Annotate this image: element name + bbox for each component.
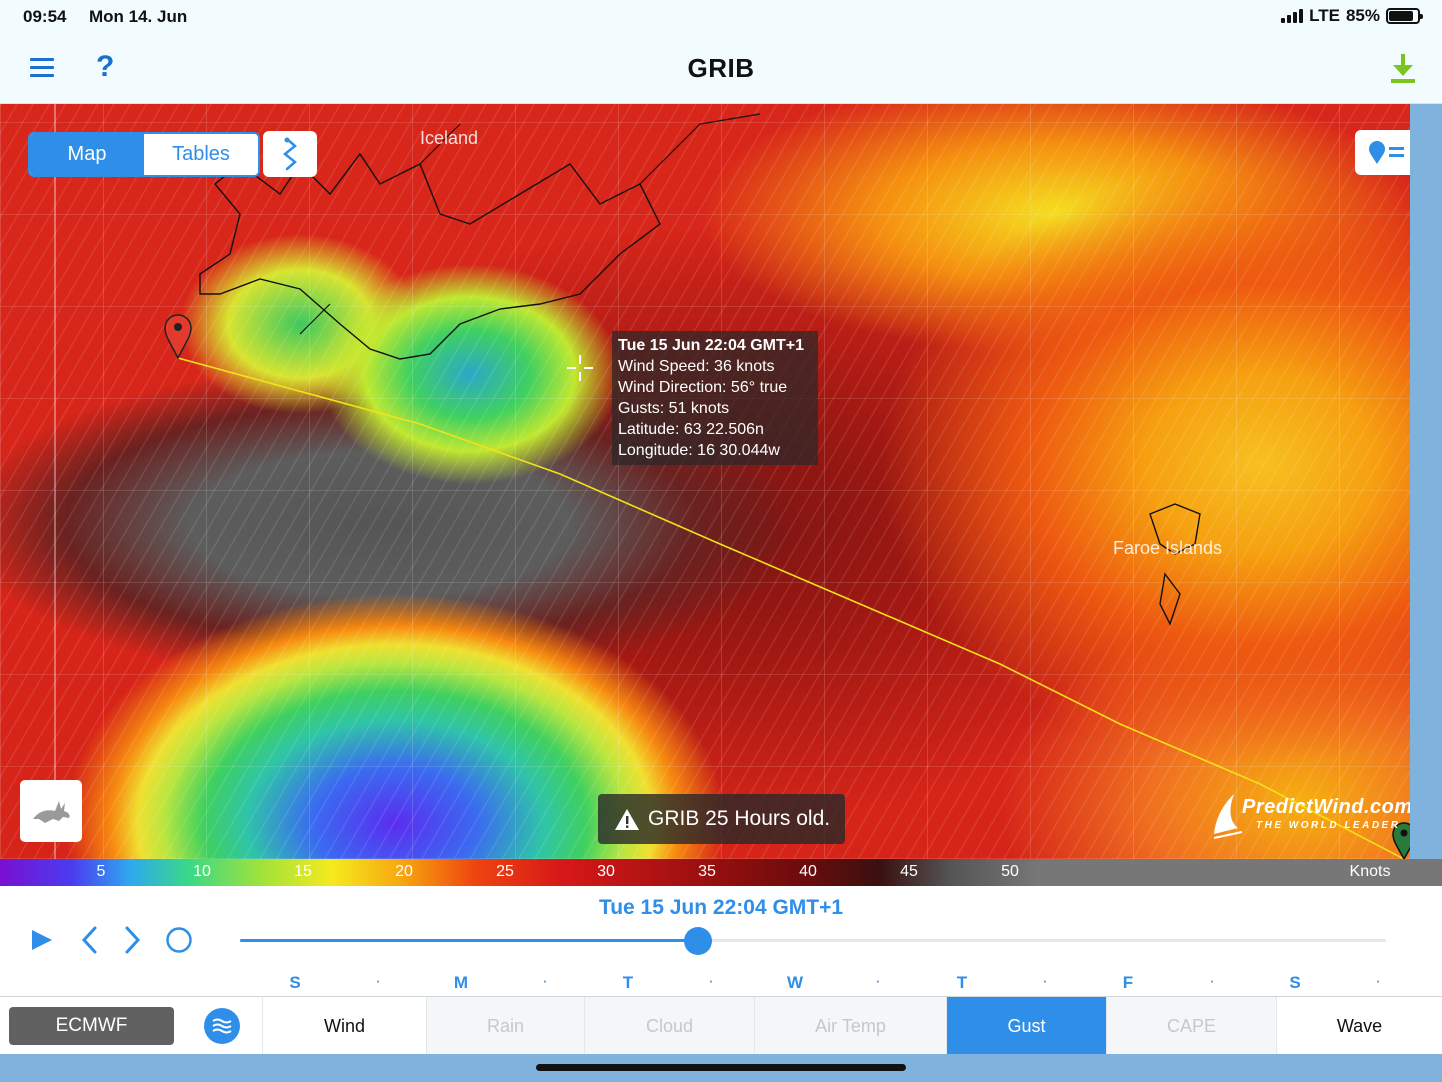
tooltip-wind-speed: Wind Speed: 36 knots: [618, 358, 775, 375]
timeline: Tue 15 Jun 22:04 GMT+1 S · M · T · W · T…: [0, 886, 1442, 996]
day-separator: ·: [708, 971, 714, 990]
iceland-label: Iceland: [420, 128, 479, 148]
tooltip-wind-direction: Wind Direction: 56° true: [618, 379, 788, 396]
day-label: S: [289, 973, 301, 992]
faroe-coastline: [1149, 503, 1201, 626]
page-title: GRIB: [687, 53, 755, 83]
sail-logo-icon: [1213, 794, 1243, 839]
scale-tick: 50: [1001, 863, 1019, 880]
timeline-slider-knob[interactable]: [684, 927, 712, 955]
wave-lines-icon: [212, 1018, 232, 1034]
day-label: F: [1122, 973, 1134, 992]
route-button[interactable]: [263, 131, 317, 177]
timeline-track[interactable]: [240, 939, 1386, 942]
timeline-progress: [240, 939, 698, 942]
timeline-current-time: Tue 15 Jun 22:04 GMT+1: [598, 896, 844, 919]
day-separator: ·: [1042, 971, 1048, 990]
map-tab[interactable]: Map: [30, 134, 144, 175]
speed-toggle-button[interactable]: [20, 780, 82, 842]
brand-tagline: THE WORLD LEADER: [1256, 820, 1401, 831]
scale-tick: 35: [698, 863, 716, 880]
scale-tick: 25: [496, 863, 514, 880]
scale-tick: 20: [395, 863, 413, 880]
tooltip-longitude: Longitude: 16 30.044w: [618, 442, 780, 459]
view-toggle: Map Tables: [28, 132, 260, 177]
scale-tick: 15: [294, 863, 312, 880]
layer-tab-bar: ECMWF Wind Rain Cloud Air Temp Gust CAPE…: [0, 996, 1442, 1055]
predictwind-logo: PredictWind.com THE WORLD LEADER: [1212, 792, 1410, 842]
battery-icon: [1386, 8, 1423, 24]
tooltip-latitude: Latitude: 63 22.506n: [618, 421, 764, 438]
status-indicators: LTE 85%: [1281, 6, 1423, 26]
scale-unit: Knots: [1349, 863, 1391, 880]
tooltip-gusts: Gusts: 51 knots: [618, 400, 730, 417]
tab-cloud[interactable]: Cloud: [584, 997, 754, 1055]
start-marker-icon: [164, 314, 192, 360]
nav-bar: ? GRIB: [0, 36, 1442, 104]
tables-tab[interactable]: Tables: [144, 134, 258, 175]
play-icon[interactable]: [30, 928, 54, 952]
day-separator: ·: [1375, 971, 1381, 990]
legend-button[interactable]: [1355, 130, 1410, 175]
warning-text: GRIB 25 Hours old.: [648, 807, 831, 830]
status-time: 09:54: [23, 7, 67, 26]
iceland-coastline: [199, 152, 661, 360]
now-circle-icon[interactable]: [165, 926, 193, 954]
layers-toggle-button[interactable]: [204, 1008, 240, 1044]
model-select-button[interactable]: ECMWF: [9, 1007, 174, 1045]
day-separator: ·: [375, 971, 381, 990]
grib-age-warning: GRIB 25 Hours old.: [598, 794, 845, 844]
wind-color-scale: 5 10 15 20 25 30 35 40 45 50 Knots: [0, 859, 1442, 886]
download-icon[interactable]: [1390, 54, 1416, 84]
map-overlay: [54, 104, 1410, 859]
status-bar: 09:54 Mon 14. Jun LTE 85%: [0, 0, 1442, 36]
scale-tick: 40: [799, 863, 817, 880]
map-edge-strip: [1410, 104, 1442, 859]
brand-name: PredictWind.com: [1242, 796, 1410, 818]
cell-signal-icon: [1281, 9, 1304, 23]
tooltip-time: Tue 15 Jun 22:04 GMT+1: [618, 337, 804, 354]
day-separator: ·: [542, 971, 548, 990]
day-label: T: [622, 973, 634, 992]
day-label: W: [786, 973, 804, 992]
home-indicator[interactable]: [536, 1064, 906, 1071]
scale-tick: 5: [96, 863, 106, 880]
scale-tick: 45: [900, 863, 918, 880]
grib-map[interactable]: Map Tables Iceland Faroe Islands Tue 15 …: [0, 104, 1410, 859]
route-icon: [282, 137, 297, 171]
tab-gust[interactable]: Gust: [946, 997, 1106, 1055]
day-label: S: [1289, 973, 1301, 992]
battery-percent: 85%: [1345, 6, 1380, 25]
map-pin-list-icon: [1368, 140, 1404, 164]
home-indicator-area: [0, 1054, 1442, 1082]
previous-icon[interactable]: [80, 926, 100, 954]
day-label: M: [453, 973, 469, 992]
next-icon[interactable]: [122, 926, 142, 954]
day-separator: ·: [875, 971, 881, 990]
scale-tick: 10: [193, 863, 211, 880]
network-label: LTE: [1309, 6, 1340, 25]
rabbit-icon: [33, 801, 70, 823]
tab-wind[interactable]: Wind: [262, 997, 426, 1055]
tab-cape[interactable]: CAPE: [1106, 997, 1276, 1055]
crosshair-icon: [567, 355, 593, 381]
tab-rain[interactable]: Rain: [426, 997, 584, 1055]
scale-tick: 30: [597, 863, 615, 880]
tab-wave[interactable]: Wave: [1276, 997, 1442, 1055]
faroe-islands-label: Faroe Islands: [1113, 538, 1223, 558]
warning-icon: [615, 808, 639, 830]
status-date: Mon 14. Jun: [89, 7, 188, 26]
day-separator: ·: [1209, 971, 1215, 990]
point-info-tooltip: Tue 15 Jun 22:04 GMT+1 Wind Speed: 36 kn…: [612, 331, 818, 465]
day-label: T: [956, 973, 968, 992]
tab-air-temp[interactable]: Air Temp: [754, 997, 946, 1055]
